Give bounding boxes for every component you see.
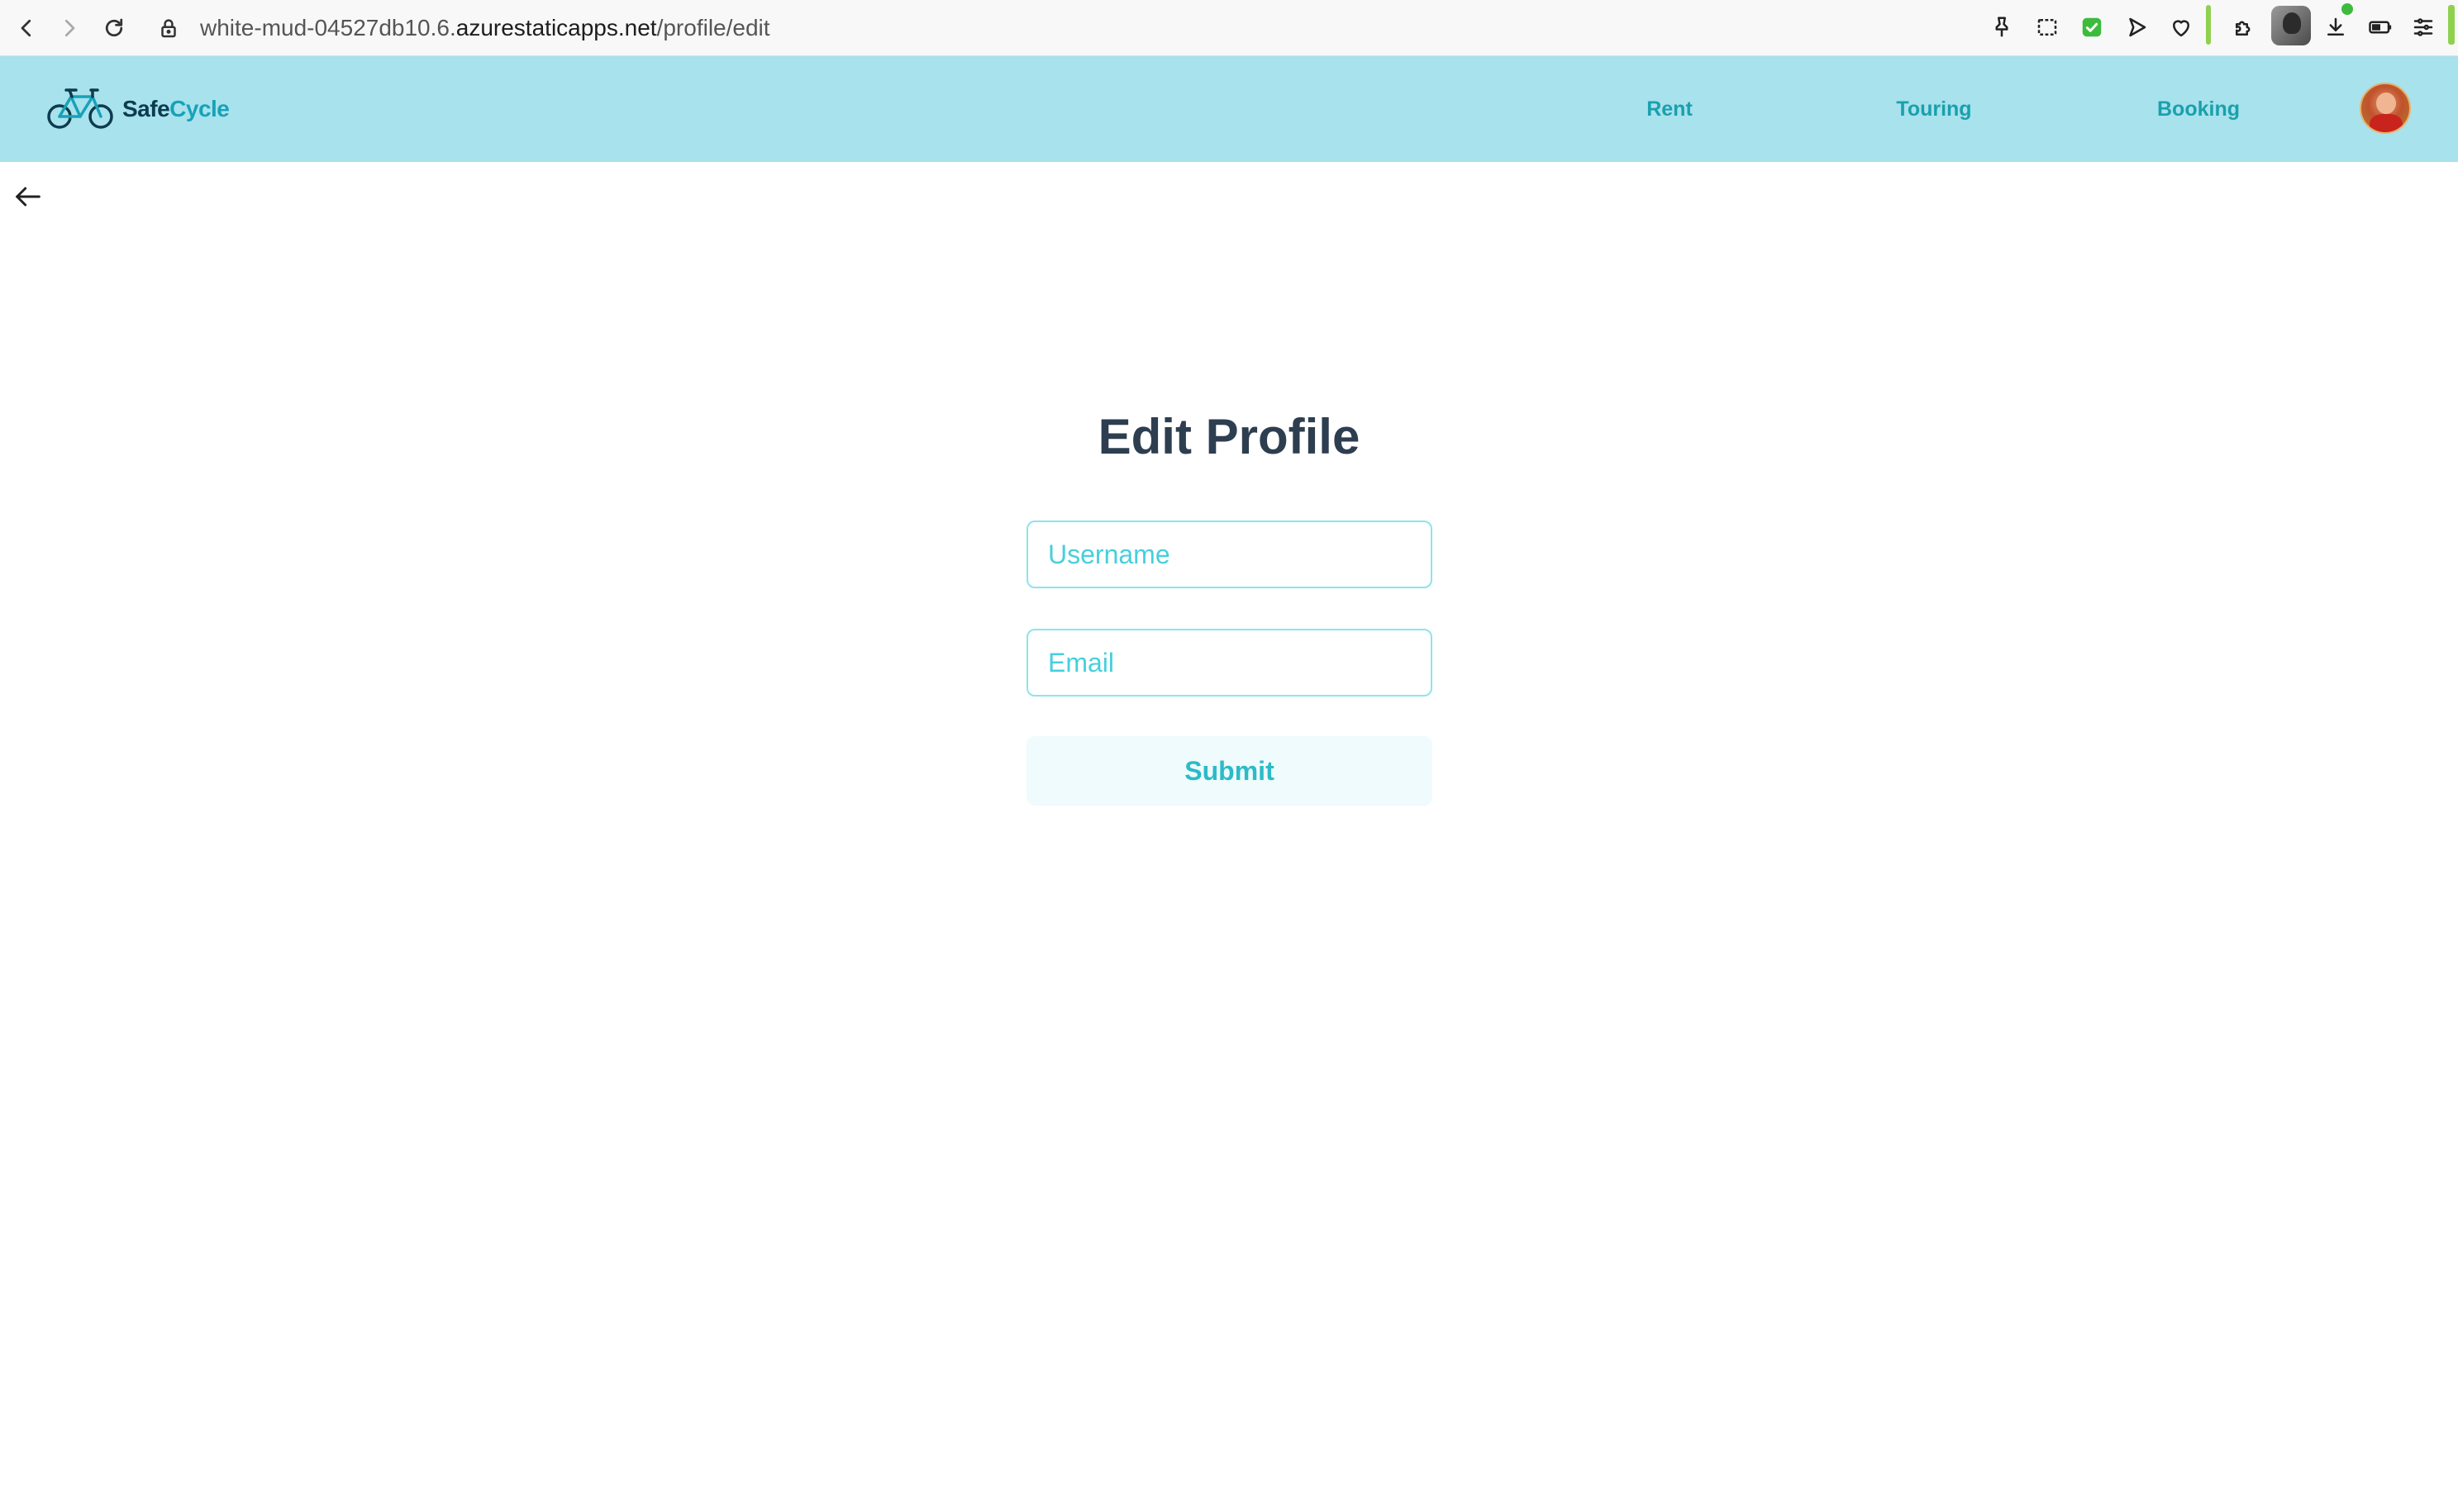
- brand-logo[interactable]: SafeCycle: [46, 83, 230, 136]
- brand-name-prefix: Safe: [122, 96, 170, 121]
- email-input[interactable]: [1027, 629, 1432, 697]
- download-status-dot: [2341, 3, 2353, 15]
- nav-link-rent[interactable]: Rent: [1620, 94, 1719, 124]
- url-path: /profile/edit: [656, 15, 770, 40]
- screenshot-icon[interactable]: [2029, 9, 2065, 45]
- battery-icon[interactable]: [2362, 9, 2398, 45]
- username-input[interactable]: [1027, 521, 1432, 588]
- user-avatar[interactable]: [2360, 83, 2411, 134]
- extensions-icon[interactable]: [2226, 9, 2262, 45]
- page-title: Edit Profile: [1098, 409, 1360, 464]
- bicycle-icon: [47, 88, 113, 129]
- shield-check-icon[interactable]: [2074, 9, 2110, 45]
- url-host: azurestaticapps.net: [455, 15, 657, 40]
- browser-reload-icon[interactable]: [94, 8, 134, 48]
- brand-name: SafeCycle: [122, 96, 230, 122]
- browser-toolbar: white-mud-04527db10.6.azurestaticapps.ne…: [0, 0, 2458, 56]
- nav-link-booking[interactable]: Booking: [2141, 94, 2256, 124]
- toolbar-edge-accent: [2448, 5, 2455, 45]
- app-navbar: SafeCycle Rent Touring Booking: [0, 56, 2458, 162]
- nav-link-touring[interactable]: Touring: [1876, 94, 1992, 124]
- brand-name-suffix: Cycle: [169, 96, 230, 121]
- send-icon[interactable]: [2118, 9, 2155, 45]
- pin-icon[interactable]: [1984, 9, 2020, 45]
- browser-forward-icon[interactable]: [50, 8, 89, 48]
- submit-button[interactable]: Submit: [1027, 736, 1432, 806]
- address-bar[interactable]: white-mud-04527db10.6.azurestaticapps.ne…: [200, 10, 770, 46]
- lock-icon[interactable]: [149, 8, 188, 48]
- menu-icon[interactable]: [2405, 9, 2441, 45]
- browser-back-icon[interactable]: [7, 8, 46, 48]
- heart-icon[interactable]: [2163, 9, 2199, 45]
- back-arrow-icon[interactable]: [10, 178, 46, 215]
- browser-profile-avatar[interactable]: [2271, 6, 2311, 45]
- url-prefix: white-mud-04527db10.6.: [200, 15, 456, 40]
- toolbar-separator: [2206, 5, 2211, 45]
